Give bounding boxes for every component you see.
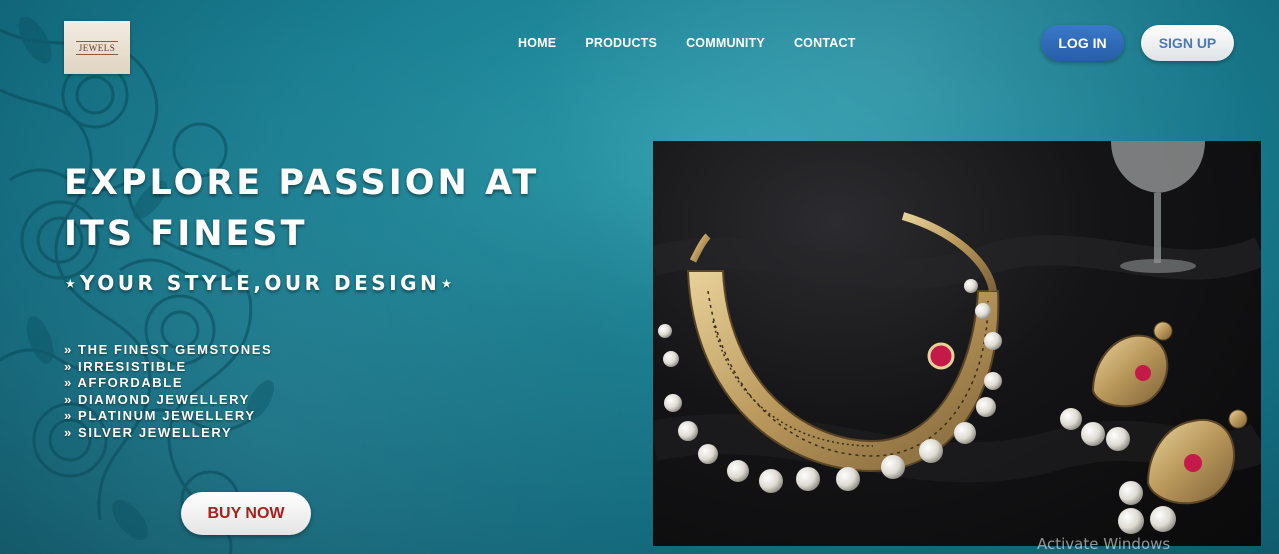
os-activation-watermark: Activate Windows xyxy=(1037,535,1171,553)
hero-title: EXPLORE PASSION AT ITS FINEST xyxy=(64,158,554,260)
nav-home-link[interactable]: HOME xyxy=(518,36,556,50)
signup-button[interactable]: SIGN UP xyxy=(1141,25,1234,61)
jewellery-product-image xyxy=(653,141,1261,546)
feature-list: » THE FINEST GEMSTONES » IRRESISTIBLE » … xyxy=(64,342,272,442)
brand-logo-text: JEWELS xyxy=(75,40,119,55)
feature-item: » PLATINUM JEWELLERY xyxy=(64,408,256,424)
feature-item: » SILVER JEWELLERY xyxy=(64,424,233,440)
hero-tagline: ⋆YOUR STYLE,OUR DESIGN⋆ xyxy=(64,271,457,295)
feature-item: » DIAMOND JEWELLERY xyxy=(64,391,250,407)
login-button[interactable]: LOG IN xyxy=(1041,25,1124,61)
brand-logo[interactable]: JEWELS xyxy=(64,21,130,74)
nav-contact-link[interactable]: CONTACT xyxy=(794,36,856,50)
hero-title-line-2: ITS FINEST xyxy=(64,214,308,254)
main-navigation: HOME PRODUCTS COMMUNITY CONTACT xyxy=(518,36,885,50)
feature-item: » AFFORDABLE xyxy=(64,375,184,391)
hero-title-line-1: EXPLORE PASSION AT xyxy=(64,163,540,203)
feature-item: » THE FINEST GEMSTONES xyxy=(64,342,273,357)
feature-item: » IRRESISTIBLE xyxy=(64,358,187,374)
necklace-earrings-illustration xyxy=(653,141,1261,534)
buy-now-button[interactable]: BUY NOW xyxy=(181,492,311,535)
nav-products-link[interactable]: PRODUCTS xyxy=(585,36,657,50)
nav-community-link[interactable]: COMMUNITY xyxy=(686,36,765,50)
